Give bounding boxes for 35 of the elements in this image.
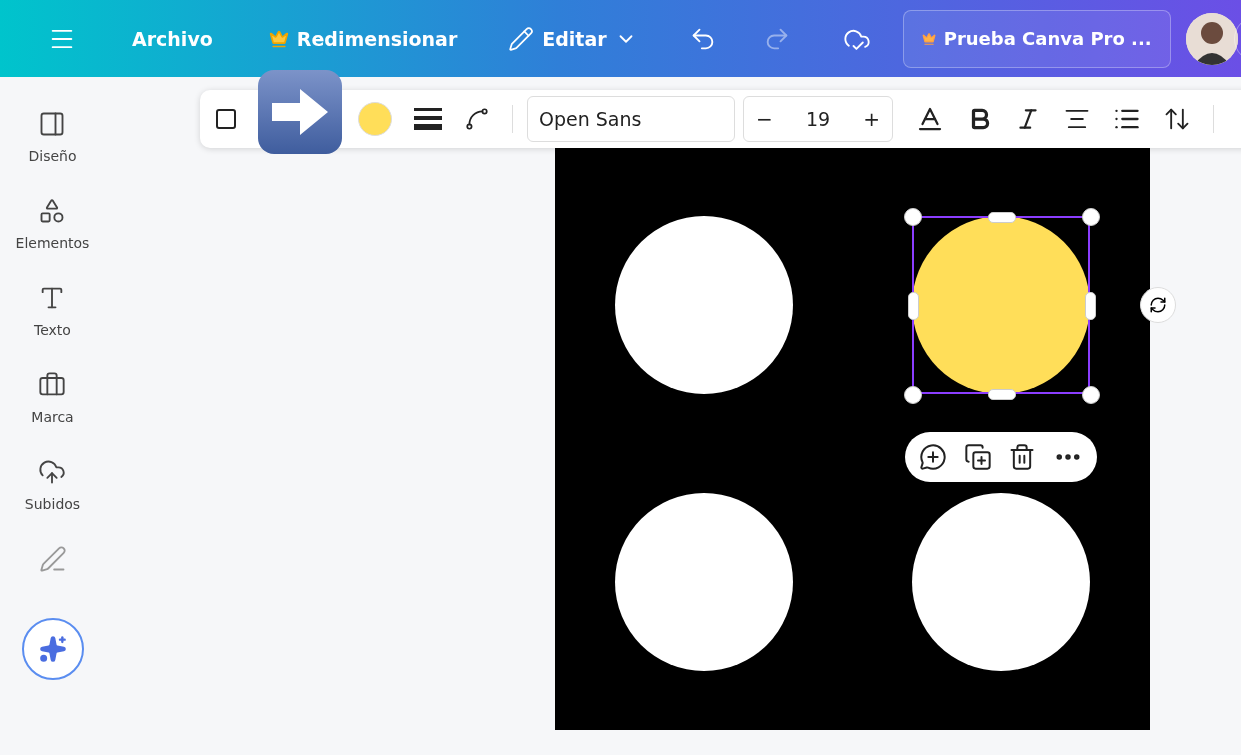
sidebar-item[interactable]: Diseño (28, 110, 77, 164)
font-size-field[interactable]: − 19 + (743, 96, 893, 142)
sidebar-item[interactable]: Subidos (24, 458, 81, 512)
decrease-button[interactable]: − (756, 107, 773, 131)
comment-icon[interactable] (919, 443, 948, 471)
rotate-icon[interactable] (1149, 296, 1167, 314)
sidebar-item[interactable] (38, 545, 67, 573)
pro-trial-button[interactable]: Prueba Canva Pro ... (902, 9, 1171, 68)
pen-icon (38, 545, 67, 573)
fill-color-swatch[interactable] (358, 102, 392, 136)
circle-shape[interactable] (912, 216, 1090, 394)
duplicate-icon[interactable] (963, 443, 992, 471)
crown-icon (268, 28, 289, 49)
border-style-icon[interactable] (414, 108, 442, 130)
resize-handle[interactable] (908, 292, 919, 320)
cloud-upload-icon (38, 458, 67, 486)
resize-handle[interactable] (904, 208, 922, 226)
pencil-icon (508, 25, 535, 52)
sparkles-icon[interactable] (38, 635, 67, 663)
shape-icon[interactable] (214, 107, 238, 131)
resize-handle[interactable] (904, 386, 922, 404)
sidebar-item[interactable]: Texto (34, 284, 71, 338)
resize-handle[interactable] (1082, 386, 1100, 404)
resize-handle[interactable] (1082, 208, 1100, 226)
rotate-button[interactable] (1140, 287, 1176, 323)
corner-icon[interactable] (464, 106, 490, 132)
sidebar-item[interactable]: Marca (31, 371, 74, 425)
resize-handle[interactable] (988, 389, 1016, 400)
font-size-value: 19 (805, 108, 831, 130)
increase-button[interactable]: + (863, 107, 880, 131)
font-field[interactable]: Open Sans (527, 96, 735, 142)
resize-handle[interactable] (988, 212, 1016, 223)
edit-menu[interactable]: Editar (500, 19, 645, 58)
resize-handle[interactable] (1085, 292, 1096, 320)
sidebar-item[interactable]: Elementos (15, 197, 90, 251)
